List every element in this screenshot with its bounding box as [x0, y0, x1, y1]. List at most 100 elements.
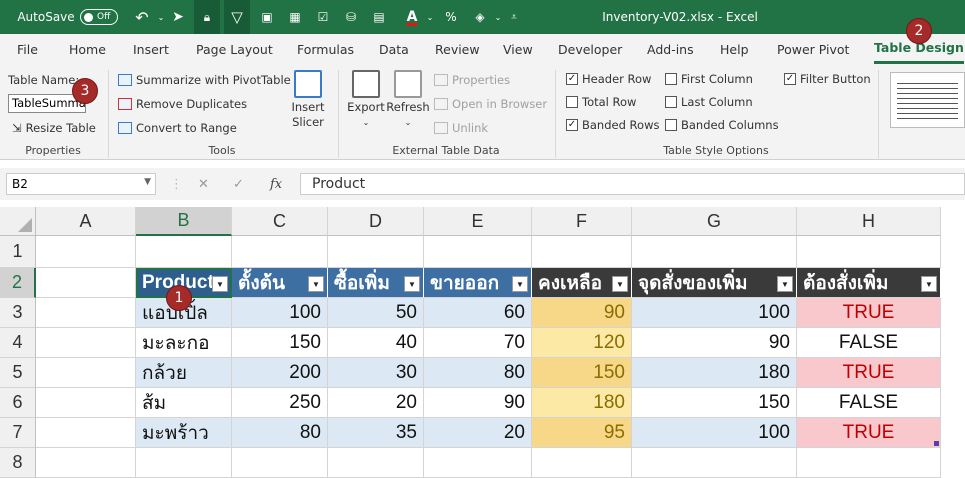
tab-add-ins[interactable]: Add-ins: [647, 34, 694, 64]
table-data-cell[interactable]: ส้ม: [136, 388, 232, 418]
row-header-4[interactable]: 4: [0, 328, 36, 358]
filter-dropdown-icon[interactable]: ▼: [404, 276, 420, 292]
table-data-cell[interactable]: 60: [424, 298, 532, 328]
column-header-f[interactable]: F: [532, 207, 632, 236]
row-header-3[interactable]: 3: [0, 298, 36, 328]
first-column-checkbox[interactable]: First Column: [665, 72, 753, 86]
tab-file[interactable]: File: [17, 34, 38, 64]
filter-dropdown-icon[interactable]: ▼: [512, 276, 528, 292]
table-data-cell[interactable]: 80: [232, 418, 328, 448]
table-data-cell[interactable]: 80: [424, 358, 532, 388]
table-data-cell[interactable]: 70: [424, 328, 532, 358]
checklist-icon[interactable]: ☑: [312, 0, 334, 34]
filter-dropdown-icon[interactable]: ▼: [308, 276, 324, 292]
cell-row1[interactable]: [232, 236, 328, 268]
cell-row8[interactable]: [232, 448, 328, 478]
export-button[interactable]: Export ⌄: [346, 70, 386, 130]
table-data-cell[interactable]: 100: [632, 418, 797, 448]
table-header-cell[interactable]: จุดสั่งของเพิ่ม ▼: [632, 268, 797, 298]
table-data-cell[interactable]: 20: [424, 418, 532, 448]
filter-icon[interactable]: ▽: [224, 0, 250, 34]
banded-rows-checkbox[interactable]: ✓ Banded Rows: [566, 118, 659, 132]
table-data-cell[interactable]: 150: [532, 358, 632, 388]
last-column-checkbox[interactable]: Last Column: [665, 95, 753, 109]
cell-row8[interactable]: [424, 448, 532, 478]
row-header-8[interactable]: 8: [0, 448, 36, 478]
filter-button-checkbox[interactable]: ✓ Filter Button: [784, 72, 871, 86]
cell-row1[interactable]: [797, 236, 941, 268]
autosave-toggle[interactable]: Off: [80, 9, 118, 25]
table-data-cell[interactable]: 250: [232, 388, 328, 418]
table-data-cell[interactable]: 40: [328, 328, 424, 358]
table-data-cell[interactable]: 90: [532, 298, 632, 328]
cell-a4[interactable]: [36, 328, 136, 358]
cell-a5[interactable]: [36, 358, 136, 388]
table-resize-handle[interactable]: [934, 441, 939, 446]
table-data-cell[interactable]: 90: [424, 388, 532, 418]
tab-help[interactable]: Help: [720, 34, 749, 64]
cell-a8[interactable]: [36, 448, 136, 478]
cell-row1[interactable]: [136, 236, 232, 268]
name-box-dropdown-icon[interactable]: ▼: [144, 177, 151, 187]
column-header-d[interactable]: D: [328, 207, 424, 236]
banded-columns-checkbox[interactable]: Banded Columns: [665, 118, 779, 132]
total-row-checkbox[interactable]: Total Row: [566, 95, 636, 109]
font-color-icon[interactable]: A: [400, 0, 424, 34]
column-header-g[interactable]: G: [632, 207, 797, 236]
name-box[interactable]: B2 ▼: [6, 173, 156, 195]
lock-icon[interactable]: 🔒︎: [194, 0, 220, 34]
table-data-cell[interactable]: 100: [232, 298, 328, 328]
table-data-cell[interactable]: 100: [632, 298, 797, 328]
cell-a1[interactable]: [36, 236, 136, 268]
header-row-checkbox[interactable]: ✓ Header Row: [566, 72, 651, 86]
table-data-cell[interactable]: 150: [632, 388, 797, 418]
cell-a7[interactable]: [36, 418, 136, 448]
insert-slicer-button[interactable]: Insert Slicer: [288, 70, 328, 130]
tab-review[interactable]: Review: [435, 34, 480, 64]
table-data-cell[interactable]: 200: [232, 358, 328, 388]
table-data-cell[interactable]: 120: [532, 328, 632, 358]
undo-dropdown-icon[interactable]: ⌄: [154, 0, 168, 34]
tab-insert[interactable]: Insert: [133, 34, 169, 64]
cell-a6[interactable]: [36, 388, 136, 418]
row-header-2[interactable]: 2: [0, 268, 36, 298]
cell-row1[interactable]: [424, 236, 532, 268]
properties-button[interactable]: Properties: [434, 73, 510, 87]
table-header-cell[interactable]: ตั้งต้น ▼: [232, 268, 328, 298]
summarize-pivot-button[interactable]: Summarize with PivotTable: [118, 73, 291, 87]
table-data-cell[interactable]: กล้วย: [136, 358, 232, 388]
fill-color-icon[interactable]: ◈: [468, 0, 492, 34]
refresh-button[interactable]: Refresh ⌄: [386, 70, 430, 130]
tab-developer[interactable]: Developer: [558, 34, 622, 64]
table-data-cell[interactable]: มะละกอ: [136, 328, 232, 358]
convert-range-button[interactable]: Convert to Range: [118, 121, 237, 135]
table-data-cell[interactable]: 150: [232, 328, 328, 358]
row-header-6[interactable]: 6: [0, 388, 36, 418]
cell-row8[interactable]: [136, 448, 232, 478]
sheet-icon[interactable]: ▤: [368, 0, 390, 34]
tab-power-pivot[interactable]: Power Pivot: [777, 34, 849, 64]
worksheet-grid[interactable]: A B C D E F G H 1 2 3 4 5 6 7 8 Product ▼ ตั้งต้น ▼ ซื้อเพิ่…: [0, 207, 965, 478]
tab-home[interactable]: Home: [69, 34, 106, 64]
filter-dropdown-icon[interactable]: ▼: [921, 276, 937, 292]
fill-color-dropdown-icon[interactable]: ⌄: [492, 0, 504, 34]
table-styles-gallery[interactable]: [890, 72, 965, 128]
table-header-cell[interactable]: คงเหลือ ▼: [532, 268, 632, 298]
unlink-button[interactable]: Unlink: [434, 121, 488, 135]
row-header-5[interactable]: 5: [0, 358, 36, 388]
table-data-cell[interactable]: 20: [328, 388, 424, 418]
table-data-cell[interactable]: 50: [328, 298, 424, 328]
cell-row1[interactable]: [532, 236, 632, 268]
column-header-e[interactable]: E: [424, 207, 532, 236]
table-data-cell[interactable]: 95: [532, 418, 632, 448]
table-icon[interactable]: ▦: [284, 0, 306, 34]
filter-dropdown-icon[interactable]: ▼: [777, 276, 793, 292]
table-data-cell[interactable]: TRUE: [797, 418, 941, 448]
open-browser-button[interactable]: Open in Browser: [434, 97, 547, 111]
table-data-cell[interactable]: FALSE: [797, 328, 941, 358]
table-data-cell[interactable]: TRUE: [797, 358, 941, 388]
resize-table-button[interactable]: ⇲ Resize Table: [12, 121, 96, 135]
column-header-a[interactable]: A: [36, 207, 136, 236]
column-header-b[interactable]: B: [136, 207, 232, 236]
insert-function-icon[interactable]: fx: [270, 177, 282, 192]
